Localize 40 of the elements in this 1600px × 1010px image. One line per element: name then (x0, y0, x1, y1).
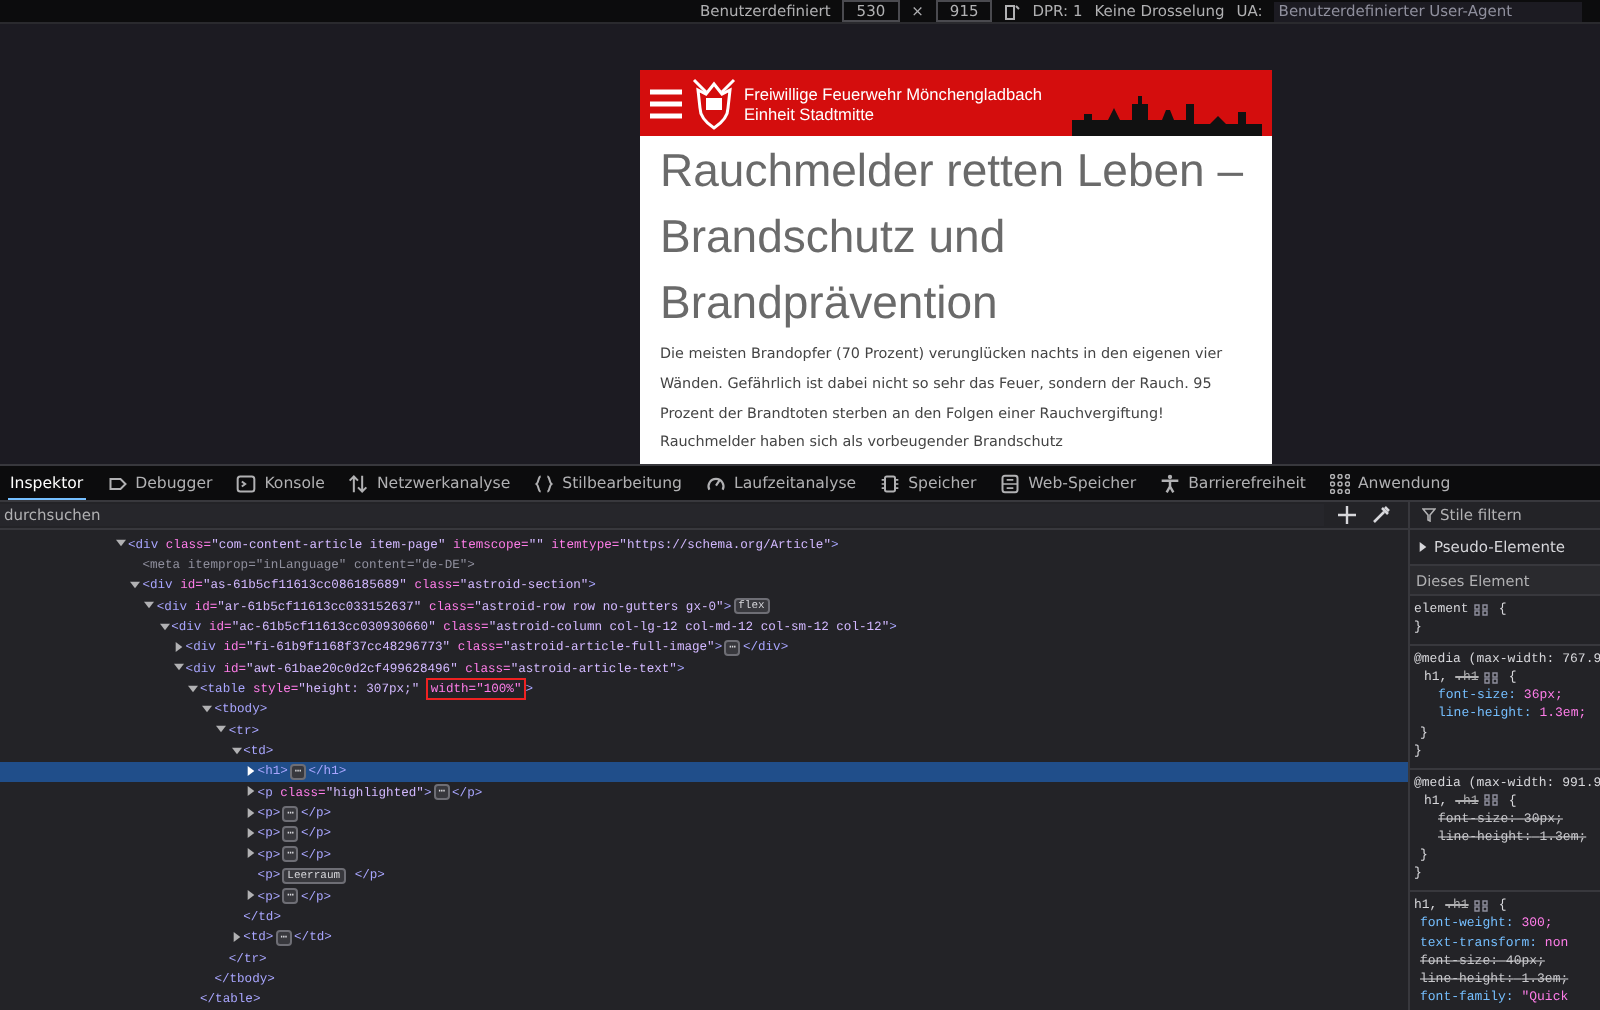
expand-arrow-icon[interactable] (243, 827, 258, 840)
expand-arrow-icon[interactable] (1418, 542, 1428, 552)
site-subtitle: Einheit Stadtmitte (744, 103, 877, 123)
filter-icon (1422, 508, 1436, 522)
tag-icon (107, 473, 128, 493)
gauge-icon (706, 473, 726, 493)
expand-arrow-icon[interactable] (243, 807, 258, 820)
highlighter-icon[interactable] (1474, 603, 1489, 616)
expand-arrow-icon[interactable] (243, 786, 258, 799)
collapse-arrow-icon[interactable] (128, 579, 143, 592)
grid-icon (1329, 473, 1350, 493)
expand-arrow-icon[interactable] (171, 641, 186, 654)
collapse-arrow-icon[interactable] (214, 724, 229, 737)
collapse-arrow-icon[interactable] (186, 683, 200, 696)
highlighter-icon[interactable] (1484, 794, 1499, 807)
collapse-arrow-icon[interactable] (142, 600, 157, 613)
expand-arrow-icon[interactable] (229, 931, 244, 944)
crest-icon (692, 77, 736, 129)
storage-icon (1000, 473, 1021, 493)
article-heading: Rauchmelder retten Leben – Brandschutz und Brandprävention (660, 142, 1246, 332)
collapse-arrow-icon[interactable] (200, 703, 215, 716)
highlighter-icon[interactable] (1474, 899, 1489, 912)
up-down-arrows-icon (348, 473, 369, 493)
collapse-arrow-icon[interactable] (114, 538, 128, 551)
rotate-icon[interactable] (1004, 3, 1021, 19)
braces-icon (534, 473, 555, 493)
collapse-arrow-icon[interactable] (229, 745, 244, 758)
expand-arrow-icon[interactable] (243, 765, 258, 778)
chip-icon (880, 473, 901, 493)
site-title: Freiwillige Feuerwehr Mönchengladbach (744, 83, 1042, 103)
expand-arrow-icon[interactable] (243, 848, 258, 861)
console-icon (236, 473, 257, 493)
collapse-arrow-icon[interactable] (157, 621, 172, 634)
collapse-arrow-icon[interactable] (171, 662, 186, 675)
person-icon (1160, 473, 1181, 493)
expand-arrow-icon[interactable] (243, 890, 258, 903)
highlighter-icon[interactable] (1484, 671, 1499, 684)
add-button[interactable] (1336, 504, 1358, 526)
menu-icon[interactable] (648, 87, 684, 119)
eyedropper-button[interactable] (1370, 504, 1392, 526)
